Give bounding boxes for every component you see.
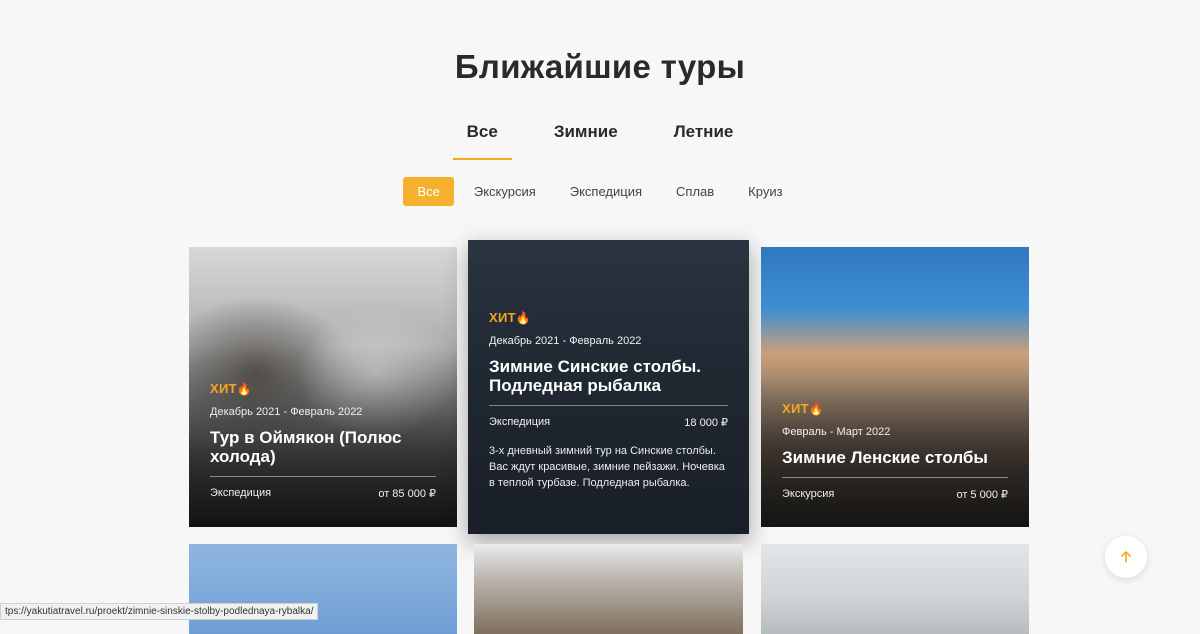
flame-icon: 🔥 [808,402,825,416]
hit-badge: ХИТ🔥 [782,401,825,416]
hit-badge: ХИТ🔥 [210,381,253,396]
tour-price: 18 000 ₽ [684,417,728,429]
filter-expedition-button[interactable]: Экспедиция [556,177,656,206]
hit-badge: ХИТ🔥 [489,310,532,325]
tour-type: Экскурсия [782,488,835,500]
season-tabs: Все Зимние Летние [0,122,1200,160]
tour-card-content: ХИТ🔥 Декабрь 2021 - Февраль 2022 Тур в О… [210,381,436,500]
tab-summer[interactable]: Летние [660,122,748,160]
tour-description: 3-х дневный зимний тур на Синские столбы… [489,445,725,489]
type-filters: Все Экскурсия Экспедиция Сплав Круиз [0,177,1200,206]
tour-card-content: ХИТ🔥 Февраль - Март 2022 Зимние Ленские … [782,401,1008,501]
divider [782,477,1008,478]
flame-icon: 🔥 [236,382,253,396]
tour-dates: Декабрь 2021 - Февраль 2022 [489,335,642,347]
tour-card-row2-1[interactable] [189,544,457,634]
tour-card-sinskie[interactable]: ХИТ🔥 Декабрь 2021 - Февраль 2022 Зимние … [468,240,749,534]
tour-card-oymyakon[interactable]: ХИТ🔥 Декабрь 2021 - Февраль 2022 Тур в О… [189,247,457,527]
tab-winter[interactable]: Зимние [540,122,632,160]
tour-meta: Экспедиция 18 000 ₽ [489,416,728,429]
tour-card-row2-2[interactable] [474,544,743,634]
tour-title: Зимние Синские столбы. Подледная рыбалка [489,357,701,395]
tour-card-row2-3[interactable] [761,544,1029,634]
tour-title: Тур в Оймякон (Полюс холода) [210,428,402,466]
flame-icon: 🔥 [515,311,532,325]
tab-all-seasons[interactable]: Все [452,122,513,160]
tour-card-lena-pillars[interactable]: ХИТ🔥 Февраль - Март 2022 Зимние Ленские … [761,247,1029,527]
scroll-to-top-button[interactable] [1105,536,1147,578]
filter-cruise-button[interactable]: Круиз [734,177,796,206]
tour-meta: Экспедиция от 85 000 ₽ [210,487,436,500]
tour-meta: Экскурсия от 5 000 ₽ [782,488,1008,501]
tour-dates: Февраль - Март 2022 [782,426,891,438]
tour-card-content: ХИТ🔥 Декабрь 2021 - Февраль 2022 Зимние … [489,310,728,491]
tour-price: от 5 000 ₽ [956,489,1008,501]
divider [489,405,728,406]
tour-dates: Декабрь 2021 - Февраль 2022 [210,406,363,418]
tour-type: Экспедиция [210,487,272,499]
arrow-up-icon [1121,551,1131,563]
tour-title: Зимние Ленские столбы [782,448,988,467]
page-title: Ближайшие туры [454,48,746,85]
filter-all-button[interactable]: Все [403,177,454,206]
filter-excursion-button[interactable]: Экскурсия [460,177,550,206]
tour-type: Экспедиция [489,416,551,428]
status-bar-url: tps://yakutiatravel.ru/proekt/zimnie-sin… [0,603,319,620]
filter-rafting-button[interactable]: Сплав [662,177,728,206]
divider [210,476,436,477]
tour-price: от 85 000 ₽ [378,488,436,500]
